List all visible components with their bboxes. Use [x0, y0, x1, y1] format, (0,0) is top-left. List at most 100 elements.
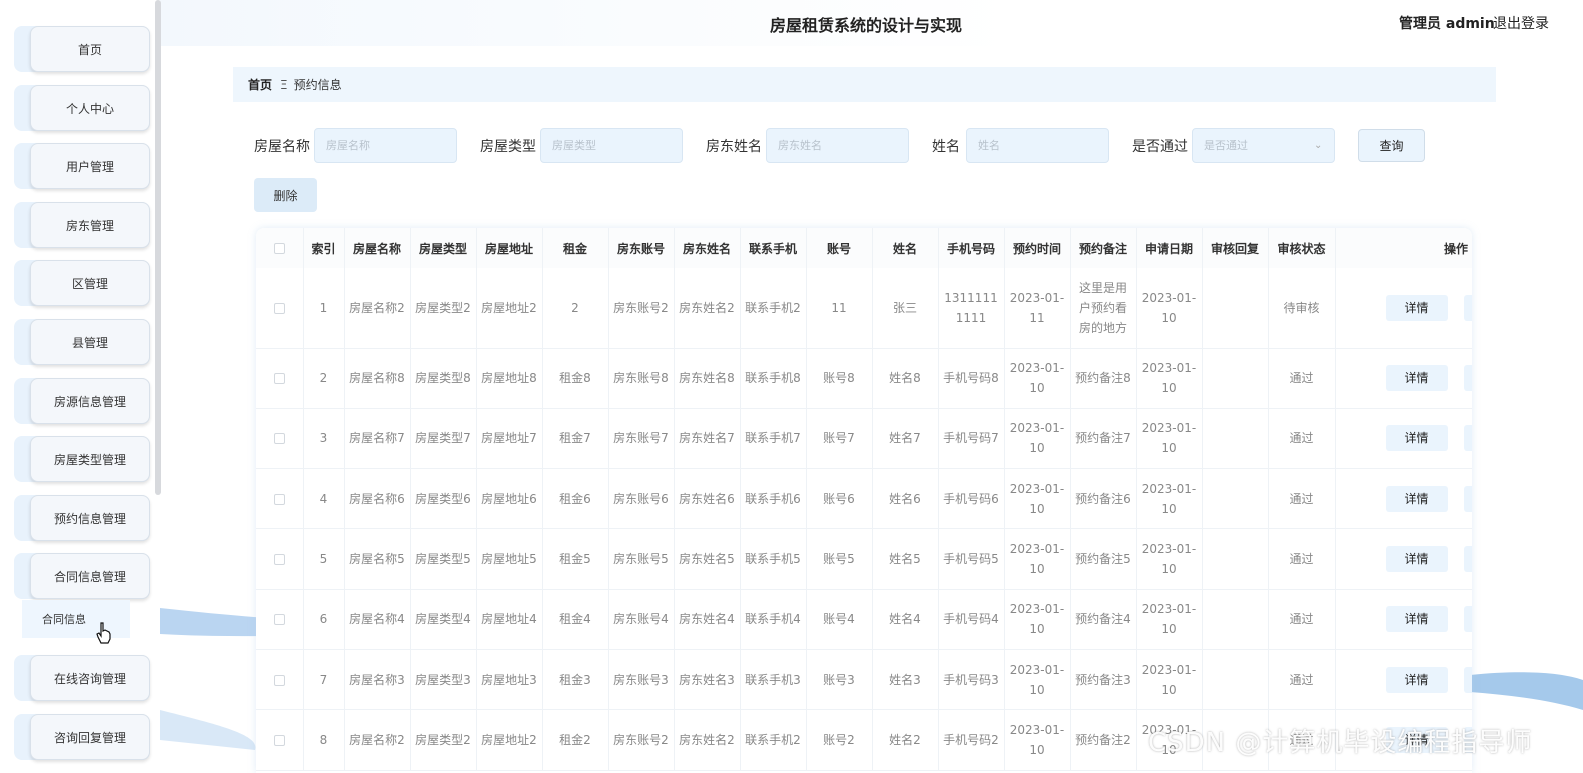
- table-cell: 房屋地址3: [476, 649, 543, 711]
- table-cell: 房屋名称7: [344, 408, 411, 470]
- house-name-input[interactable]: [314, 128, 457, 163]
- column-header: 索引: [303, 228, 345, 268]
- breadcrumb: 首页 Ξ 预约信息: [233, 67, 1496, 102]
- sidebar-item-contract-management[interactable]: 合同信息管理: [14, 553, 150, 599]
- row-checkbox[interactable]: [273, 674, 285, 686]
- house-name-label: 房屋名称: [254, 139, 310, 155]
- sidebar-item-county-management[interactable]: 县管理: [14, 319, 150, 365]
- detail-button[interactable]: 详情: [1385, 546, 1448, 573]
- sidebar-item-consult-management[interactable]: 在线咨询管理: [14, 655, 150, 701]
- detail-button[interactable]: 详情: [1385, 485, 1448, 512]
- row-select-cell[interactable]: [256, 709, 304, 771]
- row-checkbox[interactable]: [273, 493, 285, 505]
- landlord-name-label: 房东姓名: [706, 139, 762, 155]
- more-action-button[interactable]: [1463, 294, 1472, 321]
- sidebar-scrollbar[interactable]: [155, 0, 161, 495]
- sidebar-item-home[interactable]: 首页: [14, 26, 150, 72]
- table-row[interactable]: 3 房屋名称7 房屋类型7 房屋地址7 租金7 房东账号7 房东姓名7 联系手机7 账号7 姓名7…: [256, 408, 1472, 470]
- sidebar-item-user-management[interactable]: 用户管理: [14, 143, 150, 189]
- table-cell: 2023-01-10: [1136, 649, 1203, 711]
- sidebar-item-district-management[interactable]: 区管理: [14, 260, 150, 306]
- table-cell: 张三: [872, 268, 939, 349]
- table-cell: 手机号码4: [938, 589, 1005, 650]
- name-input[interactable]: [966, 128, 1109, 163]
- sidebar-item-house-type-management[interactable]: 房屋类型管理: [14, 436, 150, 482]
- row-actions: 详情: [1335, 348, 1472, 409]
- sidebar-item-label: 房东管理: [30, 202, 150, 248]
- table-cell: 房东账号3: [608, 649, 675, 711]
- detail-button[interactable]: 详情: [1385, 606, 1448, 633]
- row-select-cell[interactable]: [256, 589, 304, 650]
- table-cell: [1202, 408, 1269, 470]
- table-cell: 房东姓名2: [674, 268, 741, 349]
- row-select-cell[interactable]: [256, 348, 304, 409]
- more-action-button[interactable]: [1463, 546, 1472, 573]
- table-cell: 租金5: [542, 528, 609, 590]
- detail-button[interactable]: 详情: [1385, 294, 1448, 321]
- house-type-input[interactable]: [540, 128, 683, 163]
- table-cell: 联系手机7: [740, 408, 807, 470]
- more-action-button[interactable]: [1463, 425, 1472, 452]
- table-cell: 房东姓名5: [674, 528, 741, 590]
- table-cell: 通过: [1268, 589, 1336, 650]
- table-cell: 2023-01-10: [1136, 348, 1203, 409]
- row-select-cell[interactable]: [256, 268, 304, 349]
- row-checkbox[interactable]: [273, 554, 285, 566]
- table-cell: 2: [542, 268, 609, 349]
- row-checkbox[interactable]: [273, 302, 285, 314]
- query-button[interactable]: 查询: [1358, 129, 1425, 162]
- row-select-cell[interactable]: [256, 528, 304, 590]
- submenu-item-contract-info[interactable]: 合同信息: [22, 600, 130, 638]
- sidebar-item-reservation-management[interactable]: 预约信息管理: [14, 495, 150, 541]
- select-all-checkbox[interactable]: [273, 243, 285, 254]
- sidebar-item-landlord-management[interactable]: 房东管理: [14, 202, 150, 248]
- table-cell: 3: [303, 408, 345, 470]
- detail-button[interactable]: 详情: [1385, 365, 1448, 392]
- detail-button[interactable]: 详情: [1385, 666, 1448, 693]
- row-checkbox[interactable]: [273, 433, 285, 445]
- table-cell: 房屋类型4: [410, 589, 477, 650]
- table-cell: 待审核: [1268, 268, 1336, 349]
- logout-link[interactable]: 退出登录: [1493, 13, 1549, 33]
- table-row[interactable]: 6 房屋名称4 房屋类型4 房屋地址4 租金4 房东账号4 房东姓名4 联系手机4 账号4 姓名4…: [256, 589, 1472, 650]
- table-cell: 房东账号8: [608, 348, 675, 409]
- more-action-button[interactable]: [1463, 666, 1472, 693]
- table-cell: 房东账号2: [608, 268, 675, 349]
- table-row[interactable]: 1 房屋名称2 房屋类型2 房屋地址2 2 房东账号2 房东姓名2 联系手机2 11 张三 1311…: [256, 268, 1472, 349]
- table-cell: 手机号码3: [938, 649, 1005, 711]
- approved-label: 是否通过: [1132, 139, 1188, 155]
- landlord-name-input[interactable]: [766, 128, 909, 163]
- reservation-table: 索引 房屋名称 房屋类型 房屋地址 租金 房东账号 房东姓名 联系手机 账号 姓…: [256, 228, 1472, 773]
- table-row[interactable]: 2 房屋名称8 房屋类型8 房屋地址8 租金8 房东账号8 房东姓名8 联系手机8 账号8 姓名8…: [256, 348, 1472, 409]
- column-header: 房屋类型: [410, 228, 477, 268]
- sidebar-item-reply-management[interactable]: 咨询回复管理: [14, 714, 150, 760]
- sidebar-item-personal-center[interactable]: 个人中心: [14, 85, 150, 131]
- table-cell: 通过: [1268, 348, 1336, 409]
- delete-button[interactable]: 删除: [254, 178, 317, 212]
- table-row[interactable]: 5 房屋名称5 房屋类型5 房屋地址5 租金5 房东账号5 房东姓名5 联系手机5 账号5 姓名5…: [256, 528, 1472, 590]
- row-checkbox[interactable]: [273, 373, 285, 385]
- table-cell: 房屋地址6: [476, 468, 543, 530]
- detail-button[interactable]: 详情: [1385, 425, 1448, 452]
- more-action-button[interactable]: [1463, 485, 1472, 512]
- select-all-header[interactable]: [256, 228, 304, 268]
- table-row[interactable]: 7 房屋名称3 房屋类型3 房屋地址3 租金3 房东账号3 房东姓名3 联系手机3 账号3 姓名3…: [256, 649, 1472, 711]
- more-action-button[interactable]: [1463, 365, 1472, 392]
- table-cell: [1202, 528, 1269, 590]
- table-cell: 4: [303, 468, 345, 530]
- table-cell: 房屋类型2: [410, 709, 477, 771]
- row-select-cell[interactable]: [256, 408, 304, 470]
- table-cell: 房东账号2: [608, 709, 675, 771]
- breadcrumb-home[interactable]: 首页: [248, 76, 272, 93]
- row-checkbox[interactable]: [273, 614, 285, 626]
- row-checkbox[interactable]: [273, 734, 285, 746]
- more-action-button[interactable]: [1463, 606, 1472, 633]
- table-cell: 姓名2: [872, 709, 939, 771]
- sidebar-item-listing-management[interactable]: 房源信息管理: [14, 378, 150, 424]
- table-cell: 2023-01-10: [1136, 589, 1203, 650]
- row-select-cell[interactable]: [256, 468, 304, 530]
- table-cell: 房东姓名7: [674, 408, 741, 470]
- column-header: 申请日期: [1136, 228, 1203, 268]
- row-select-cell[interactable]: [256, 649, 304, 711]
- table-row[interactable]: 4 房屋名称6 房屋类型6 房屋地址6 租金6 房东账号6 房东姓名6 联系手机6 账号6 姓名6…: [256, 468, 1472, 530]
